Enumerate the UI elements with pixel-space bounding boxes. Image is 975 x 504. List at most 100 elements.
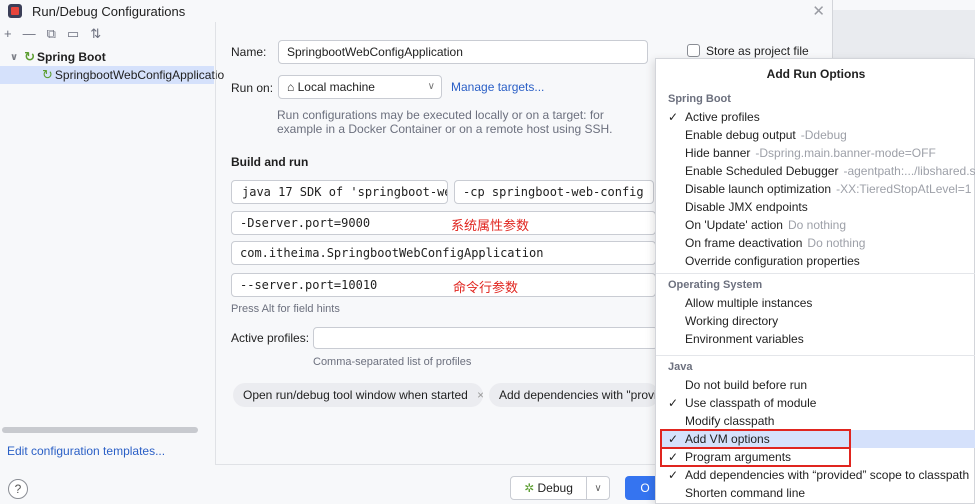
add-dependencies-chip[interactable]: Add dependencies with "provid [489, 383, 659, 407]
folder-icon[interactable]: ▭ [67, 26, 79, 42]
run-option-item[interactable]: Do not build before run [668, 376, 975, 394]
run-option-hint: -Dspring.main.banner-mode=OFF [755, 146, 936, 160]
chevron-down-icon: ∨ [427, 81, 435, 92]
run-option-item[interactable]: On frame deactivation Do nothing [668, 234, 975, 252]
checkmark-icon: ✓ [668, 396, 679, 410]
group-separator [656, 273, 975, 274]
run-option-label: Disable JMX endpoints [685, 200, 808, 214]
run-option-item[interactable]: Working directory [668, 312, 975, 330]
left-toolbar: + — ⧉ ▭ ⇅ [4, 26, 101, 42]
run-on-value: Local machine [297, 80, 375, 94]
add-icon[interactable]: + [4, 26, 12, 42]
tree-group-label: Spring Boot [37, 50, 106, 64]
vm-annotation: 系统属性参数 [451, 218, 530, 233]
group-separator [656, 355, 975, 356]
run-option-item[interactable]: Shorten command line [668, 484, 975, 502]
run-option-label: Environment variables [685, 332, 804, 346]
run-option-label: Disable launch optimization [685, 182, 832, 196]
run-option-label: Use classpath of module [685, 396, 817, 410]
checkmark-icon: ✓ [668, 468, 679, 482]
highlight-box [660, 447, 851, 467]
sort-icon[interactable]: ⇅ [90, 26, 101, 42]
name-input[interactable]: SpringbootWebConfigApplication [278, 40, 648, 64]
background-window [833, 0, 975, 10]
run-option-item[interactable]: Allow multiple instances [668, 294, 975, 312]
run-option-label: Enable debug output [685, 128, 796, 142]
run-option-label: Active profiles [685, 110, 760, 124]
left-scrollbar[interactable] [2, 427, 198, 433]
active-profiles-input[interactable] [313, 327, 658, 349]
run-option-label: Shorten command line [685, 486, 806, 500]
run-option-hint: -Ddebug [800, 128, 847, 142]
spring-boot-icon: ↻ [42, 67, 53, 82]
pane-divider [215, 22, 216, 464]
tree-group-spring-boot[interactable]: ∨ ↻ Spring Boot [0, 48, 214, 66]
manage-targets-link[interactable]: Manage targets... [451, 80, 544, 94]
run-option-item[interactable]: On 'Update' action Do nothing [668, 216, 975, 234]
run-option-label: Add dependencies with “provided” scope t… [685, 468, 970, 482]
open-tool-window-chip[interactable]: Open run/debug tool window when started … [233, 383, 483, 407]
run-on-select[interactable]: ⌂ Local machine ∨ [278, 75, 442, 99]
run-option-item[interactable]: Environment variables [668, 330, 975, 348]
title-bar: Run/Debug Configurations ✕ [0, 0, 833, 22]
help-button[interactable]: ? [8, 479, 28, 499]
run-option-label: Do not build before run [685, 378, 808, 392]
jdk-select[interactable]: java 17 SDK of 'springboot-we [231, 180, 448, 204]
run-option-item[interactable]: ✓ Add dependencies with “provided” scope … [668, 466, 975, 484]
args-annotation: 命令行参数 [453, 280, 519, 295]
vm-options-input[interactable]: -Dserver.port=9000 [231, 211, 656, 235]
active-profiles-label: Active profiles: [231, 331, 310, 345]
run-option-label: Enable Scheduled Debugger [685, 164, 839, 178]
group-heading: Spring Boot [668, 93, 731, 105]
close-icon[interactable]: ✕ [812, 2, 825, 20]
home-icon: ⌂ [287, 80, 295, 94]
edit-templates-link[interactable]: Edit configuration templates... [7, 444, 165, 458]
chevron-down-icon[interactable]: ∨ [10, 52, 18, 63]
run-option-label: On 'Update' action [685, 218, 783, 232]
profiles-hint: Comma-separated list of profiles [313, 356, 472, 368]
highlight-box [660, 429, 851, 449]
run-option-item[interactable]: Disable JMX endpoints [668, 198, 975, 216]
run-option-item[interactable]: Modify classpath [668, 412, 975, 430]
remove-icon[interactable]: — [23, 26, 36, 42]
chevron-down-icon[interactable]: ∨ [587, 483, 609, 494]
run-option-item[interactable]: Hide banner -Dspring.main.banner-mode=OFF [668, 144, 975, 162]
group-heading: Java [668, 361, 693, 373]
run-option-item[interactable]: Enable debug output -Ddebug [668, 126, 975, 144]
tree-item-label: SpringbootWebConfigApplicatio [54, 68, 225, 82]
run-option-hint: Do nothing [787, 218, 847, 232]
run-option-label: Allow multiple instances [685, 296, 813, 310]
classpath-select[interactable]: -cp springboot-web-config [454, 180, 654, 204]
run-option-item[interactable]: Enable Scheduled Debugger -agentpath:.../… [668, 162, 975, 180]
bug-icon: ✲ [524, 481, 535, 495]
group-heading: Operating System [668, 279, 763, 291]
config-tree: ∨ ↻ Spring Boot ↻ SpringbootWebConfigApp… [0, 48, 224, 84]
tree-item-app-config[interactable]: ↻ SpringbootWebConfigApplicatio [0, 66, 224, 84]
run-option-label: Working directory [685, 314, 779, 328]
program-args-input[interactable]: --server.port=10010 [231, 273, 656, 297]
debug-button[interactable]: ✲ Debug ∨ [510, 476, 610, 500]
debug-main[interactable]: ✲ Debug [511, 477, 587, 499]
run-option-item[interactable]: ✓ Active profiles [668, 108, 975, 126]
run-on-hint: Run configurations may be executed local… [277, 108, 613, 136]
run-option-label: Override configuration properties [685, 254, 860, 268]
run-on-label: Run on: [231, 81, 274, 95]
debug-label: Debug [537, 481, 573, 495]
window-title: Run/Debug Configurations [32, 3, 186, 19]
run-option-item[interactable]: Override configuration properties [668, 252, 975, 270]
app-logo-icon [8, 4, 22, 18]
run-option-label: Modify classpath [685, 414, 775, 428]
run-option-item[interactable]: Disable launch optimization -XX:TieredSto… [668, 180, 975, 198]
chip-label: Add dependencies with "provid [499, 388, 659, 402]
store-as-project-checkbox[interactable] [687, 44, 700, 57]
run-option-label: On frame deactivation [685, 236, 803, 250]
run-option-item[interactable]: ✓ Use classpath of module [668, 394, 975, 412]
copy-icon[interactable]: ⧉ [47, 26, 56, 42]
close-icon[interactable]: × [477, 388, 483, 402]
add-run-options-popup: Add Run Options Spring Boot ✓ Active profi… [655, 58, 975, 504]
build-run-heading: Build and run [231, 155, 309, 169]
popup-title: Add Run Options [766, 67, 866, 81]
chip-label: Open run/debug tool window when started [243, 388, 468, 402]
spring-boot-icon: ↻ [24, 49, 36, 64]
main-class-input[interactable]: com.itheima.SpringbootWebConfigApplicati… [231, 241, 656, 265]
